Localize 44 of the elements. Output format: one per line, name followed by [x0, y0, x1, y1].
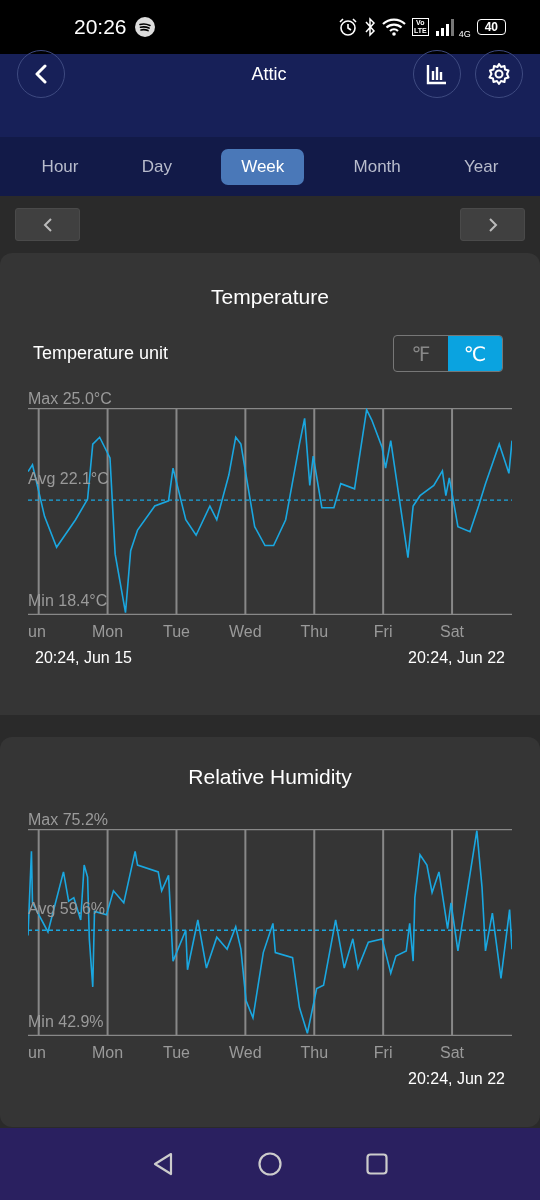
period-tab[interactable]: Hour [27, 148, 93, 185]
max-label: Max 75.2% [28, 811, 110, 829]
chevron-left-icon [42, 217, 53, 232]
day-label: Thu [300, 1044, 329, 1062]
gear-icon [487, 62, 511, 86]
card-title: Relative Humidity [187, 765, 353, 789]
day-label: Fri [373, 623, 393, 641]
wifi-icon [381, 17, 406, 37]
recents-nav-icon[interactable] [366, 1153, 388, 1175]
day-label: Tue [163, 623, 190, 641]
day-label: Wed [229, 1044, 262, 1062]
back-icon [34, 64, 48, 84]
day-label: un [28, 1044, 46, 1062]
day-label: un [28, 623, 46, 641]
end-date: 20:24, Jun 22 [408, 649, 505, 667]
end-date: 20:24, Jun 22 [408, 1070, 505, 1088]
app-notification-icon [134, 17, 155, 37]
network-type: 4G [458, 29, 471, 39]
chevron-right-icon [487, 217, 498, 232]
day-label: Sat [440, 623, 465, 641]
day-label: Tue [163, 1044, 190, 1062]
card-title: Temperature [210, 285, 330, 309]
bluetooth-icon [363, 17, 376, 37]
period-tab[interactable]: Month [339, 148, 415, 185]
period-tab[interactable]: Year [450, 148, 513, 185]
day-label: Thu [300, 623, 329, 641]
day-label: Wed [229, 623, 262, 641]
start-date: 20:24, Jun 15 [35, 649, 132, 667]
period-tab[interactable]: Day [127, 148, 186, 185]
period-tab[interactable]: Week [221, 148, 305, 185]
home-nav-icon[interactable] [258, 1152, 282, 1176]
unit-label: Temperature unit [33, 343, 169, 364]
day-label: Sat [440, 1044, 465, 1062]
status-time: 20:26 [74, 15, 127, 39]
day-label: Fri [373, 1044, 393, 1062]
day-label: Mon [92, 1044, 124, 1062]
signal-icon [434, 17, 457, 37]
day-label: Mon [92, 623, 124, 641]
back-nav-icon[interactable] [152, 1152, 174, 1176]
alarm-icon [337, 17, 358, 37]
bar-chart-icon [426, 63, 448, 85]
max-label: Max 25.0°C [28, 390, 113, 408]
page-title: Attic [250, 64, 288, 85]
battery-icon: 40 [476, 19, 506, 35]
